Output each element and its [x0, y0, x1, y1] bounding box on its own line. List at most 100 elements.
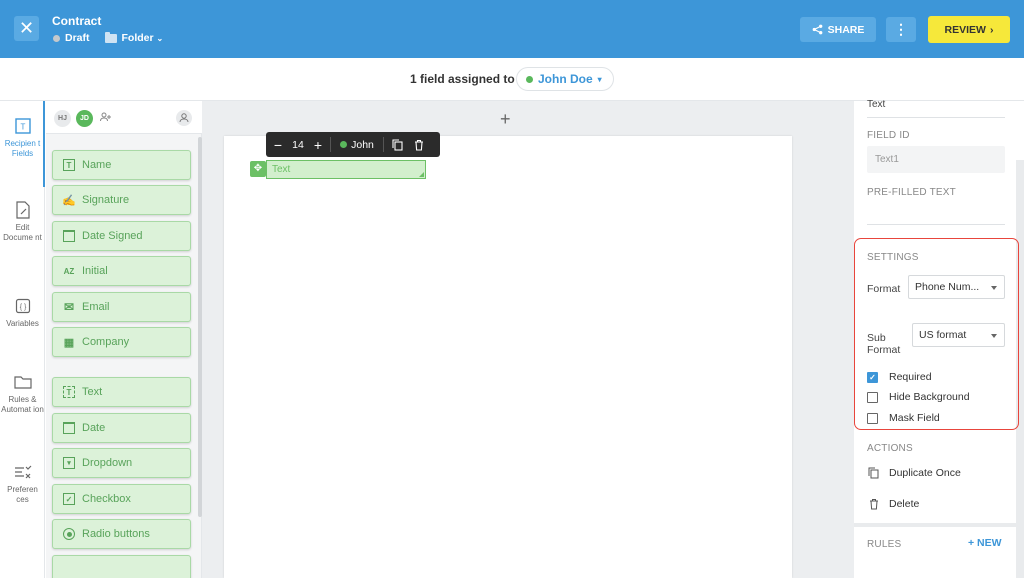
duplicate-label: Duplicate Once: [889, 467, 961, 479]
folder-label: Folder: [121, 32, 154, 44]
field-id-label: FIELD ID: [867, 130, 910, 141]
copy-icon: [391, 138, 403, 151]
assignee-status-dot-icon: [526, 75, 533, 83]
preferences-icon: [14, 463, 32, 481]
status-label: Draft: [65, 32, 90, 44]
share-label: SHARE: [827, 23, 865, 36]
rail-item-rules[interactable]: Rules & Automat ion: [0, 373, 45, 415]
delete-label: Delete: [889, 498, 920, 510]
field-date-button[interactable]: Date: [52, 413, 191, 443]
avatar[interactable]: JD: [76, 110, 93, 127]
avatar[interactable]: HJ: [54, 110, 71, 127]
rules-icon: [13, 373, 32, 391]
top-bar: ✕ Contract Draft Folder ⌄ SHARE ⋮ REVIEW…: [0, 0, 1024, 58]
rail-label: Recipien t Fields: [4, 139, 41, 158]
actions-label: ACTIONS: [867, 443, 913, 454]
settings-highlight-box: [854, 238, 1019, 430]
assignee-selector[interactable]: John Doe ▾: [516, 67, 614, 91]
svg-text:T: T: [20, 123, 25, 132]
assignment-text: 1 field assigned to: [410, 72, 515, 86]
recipient-fields-icon: T: [14, 117, 32, 135]
assignment-bar: 1 field assigned to John Doe ▾: [0, 58, 1024, 101]
field-date-signed-button[interactable]: Date Signed: [52, 221, 191, 251]
copy-field-button[interactable]: [384, 132, 410, 157]
add-rule-button[interactable]: + NEW: [968, 537, 1002, 549]
document-meta: Draft Folder ⌄: [53, 31, 164, 44]
rules-label: RULES: [867, 539, 902, 550]
decrease-font-button[interactable]: −: [266, 132, 290, 157]
trash-icon: [415, 139, 423, 151]
field-label: Name: [82, 159, 112, 171]
recipient-avatars: HJ JD: [46, 101, 202, 134]
trash-icon: [870, 499, 878, 510]
review-button[interactable]: REVIEW ›: [928, 16, 1010, 43]
field-dropdown-button[interactable]: ▾ Dropdown: [52, 448, 191, 478]
chevron-right-icon: ›: [989, 23, 994, 36]
document-page[interactable]: [224, 136, 792, 578]
placed-text-field[interactable]: Text: [266, 160, 426, 179]
field-checkbox-button[interactable]: ✓ Checkbox: [52, 484, 191, 514]
rail-active-indicator: [43, 101, 45, 187]
field-label: Checkbox: [82, 493, 131, 505]
increase-font-button[interactable]: +: [306, 132, 330, 157]
close-button[interactable]: ✕: [14, 16, 39, 41]
company-icon: ▦: [63, 336, 75, 349]
field-label: Initial: [82, 265, 108, 277]
field-radio-button[interactable]: Radio buttons: [52, 519, 191, 549]
field-more-button[interactable]: [52, 555, 191, 578]
manage-recipients-button[interactable]: [176, 110, 192, 126]
delete-field-button[interactable]: [410, 132, 428, 157]
toolbar-assignee-name: John: [351, 138, 374, 151]
field-toolbar: − 14 + John: [266, 132, 440, 157]
placed-field-label: Text: [272, 164, 291, 175]
more-options-button[interactable]: ⋮: [886, 17, 916, 42]
review-label: REVIEW: [944, 23, 986, 36]
share-button[interactable]: SHARE: [800, 17, 876, 42]
add-recipient-icon[interactable]: [100, 112, 112, 125]
rail-item-recipient-fields[interactable]: T Recipien t Fields: [0, 117, 45, 159]
field-company-button[interactable]: ▦ Company: [52, 327, 191, 357]
toolbar-assignee-selector[interactable]: John: [331, 132, 383, 157]
svg-text:{ }: { }: [19, 304, 26, 311]
field-name-button[interactable]: T Name: [52, 150, 191, 180]
add-page-button[interactable]: +: [500, 109, 511, 130]
field-type-value: Text: [867, 99, 886, 110]
field-initial-button[interactable]: AZ Initial: [52, 256, 191, 286]
user-settings-icon: [179, 113, 189, 123]
close-icon: ✕: [18, 18, 35, 38]
minus-icon: −: [273, 136, 283, 153]
divider: [867, 117, 1005, 118]
resize-handle-icon[interactable]: [419, 172, 424, 177]
status-dot-icon: [53, 34, 60, 42]
edit-document-icon: [14, 201, 32, 219]
date-icon: [63, 422, 75, 434]
field-label: Email: [82, 301, 110, 313]
field-palette: HJ JD T Name ✍ Signature Date Signed AZ Ini…: [46, 101, 202, 578]
field-text-button[interactable]: T Text: [52, 377, 191, 407]
name-icon: T: [63, 159, 75, 171]
field-label: Date Signed: [82, 230, 143, 242]
field-label: Date: [82, 422, 106, 434]
date-signed-icon: [63, 230, 75, 242]
rail-item-variables[interactable]: { } Variables: [0, 297, 45, 329]
field-signature-button[interactable]: ✍ Signature: [52, 185, 191, 215]
field-label: Text: [82, 386, 103, 398]
move-handle-icon[interactable]: ✥: [250, 161, 266, 177]
rail-item-preferences[interactable]: Preferen ces: [0, 463, 45, 505]
chevron-down-icon: ⌄: [156, 34, 164, 43]
field-label: Radio buttons: [82, 528, 150, 540]
rail-item-edit-document[interactable]: Edit Docume nt: [0, 201, 45, 243]
folder-selector[interactable]: Folder ⌄: [122, 32, 164, 44]
field-id-input[interactable]: Text1: [867, 146, 1005, 173]
field-label: Signature: [82, 194, 130, 206]
signature-icon: ✍: [62, 194, 76, 207]
field-email-button[interactable]: ✉ Email: [52, 292, 191, 322]
dropdown-icon: ▾: [63, 457, 75, 469]
prefilled-text-input[interactable]: [867, 224, 1005, 225]
rail-label: Rules & Automat ion: [1, 395, 44, 414]
initial-icon: AZ: [63, 266, 75, 276]
rail-label: Variables: [6, 319, 39, 328]
left-rail: T Recipien t Fields Edit Docume nt { } V…: [0, 101, 45, 578]
checkbox-icon: ✓: [63, 493, 75, 505]
rail-label: Preferen ces: [7, 485, 38, 504]
